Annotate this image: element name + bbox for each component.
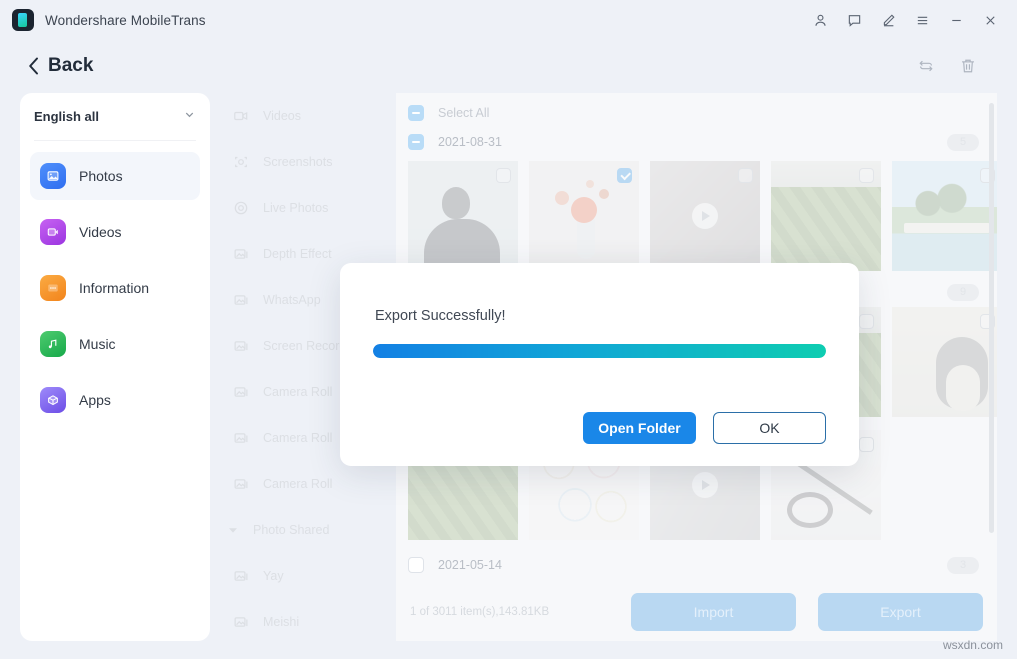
mobiletrans-window: Wondershare MobileTrans	[0, 0, 1017, 659]
ok-button[interactable]: OK	[713, 412, 826, 444]
dialog-message: Export Successfully!	[375, 308, 506, 324]
export-success-dialog: Export Successfully! Open Folder OK	[340, 263, 859, 466]
progress-bar-fill	[373, 344, 826, 358]
progress-bar	[373, 344, 826, 358]
watermark: wsxdn.com	[943, 638, 1003, 652]
open-folder-button[interactable]: Open Folder	[583, 412, 696, 444]
modal-overlay: Export Successfully! Open Folder OK	[0, 0, 1017, 659]
dialog-actions: Open Folder OK	[583, 412, 826, 444]
